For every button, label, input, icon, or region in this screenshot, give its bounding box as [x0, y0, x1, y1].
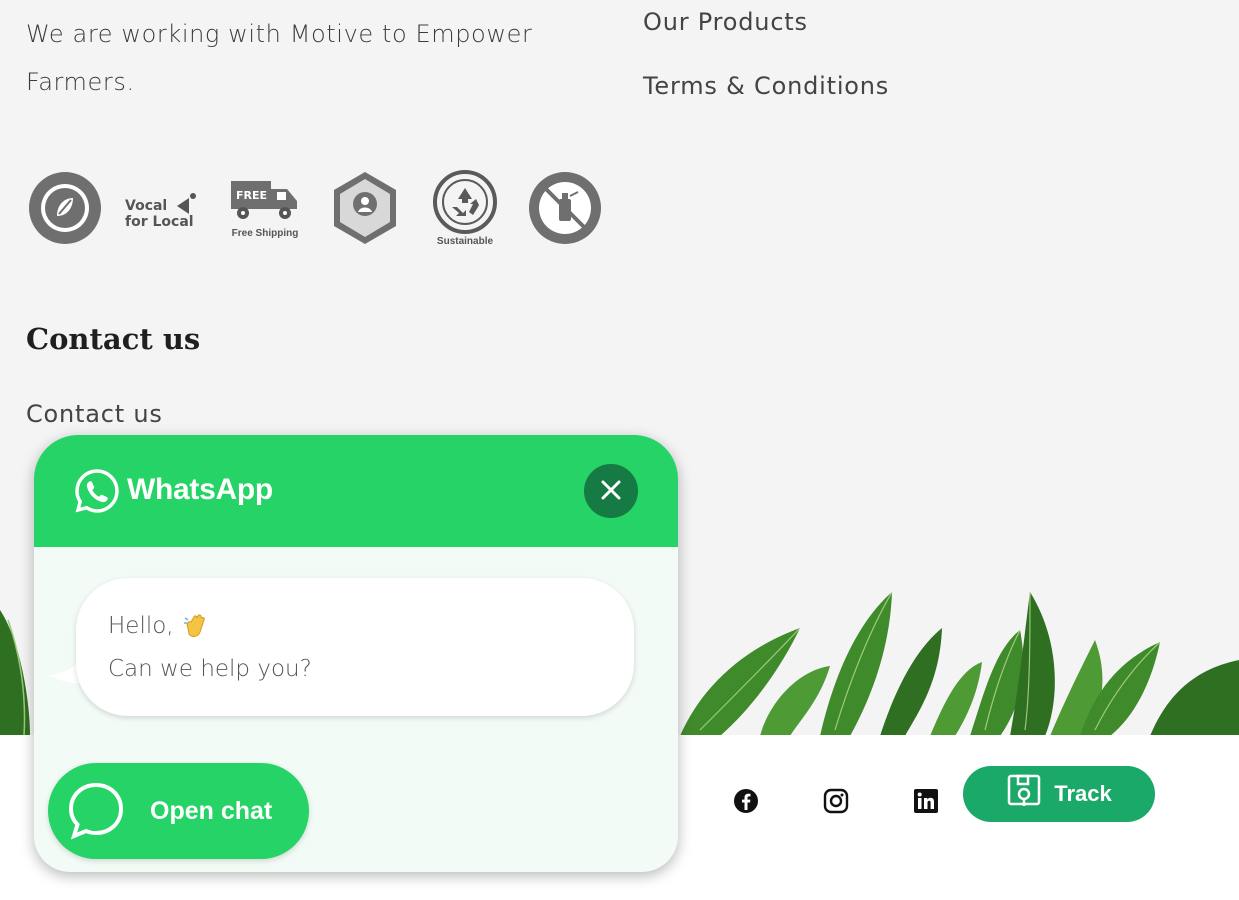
- open-chat-button[interactable]: Open chat: [48, 763, 309, 859]
- chat-message-text: Can we help you?: [108, 656, 312, 682]
- sustainable-icon: Sustainable: [426, 165, 504, 251]
- track-package-icon: [1006, 773, 1042, 815]
- svg-text:for Local: for Local: [125, 214, 194, 230]
- svg-text:FREE: FREE: [236, 189, 267, 202]
- whatsapp-chat-widget: WhatsApp Hello, Can we help you? Open ch…: [34, 435, 678, 872]
- chat-bubble-icon: [66, 780, 126, 843]
- carbide-free-icon: [326, 165, 404, 251]
- footer-link-our-products[interactable]: Our Products: [643, 4, 889, 40]
- linkedin-icon[interactable]: [911, 786, 941, 816]
- vocal-for-local-icon: Vocal for Local: [125, 165, 204, 251]
- certification-badges: Vocal for Local FREE Free Shipping Susta…: [26, 165, 604, 251]
- footer-links: Our Products Terms & Conditions: [643, 4, 889, 132]
- footer-tagline: We are working with Motive to Empower Fa…: [26, 20, 533, 96]
- footer-link-terms[interactable]: Terms & Conditions: [643, 68, 889, 104]
- whatsapp-logo-icon: [74, 468, 120, 519]
- free-shipping-icon: FREE Free Shipping: [226, 165, 304, 251]
- pesticide-free-icon: [526, 165, 604, 251]
- track-label: Track: [1054, 781, 1112, 806]
- whatsapp-header: WhatsApp: [34, 435, 678, 547]
- close-icon: [600, 479, 622, 504]
- chat-message-bubble: [76, 578, 634, 716]
- open-chat-label: Open chat: [150, 796, 273, 825]
- contact-us-link[interactable]: Contact us: [26, 400, 163, 428]
- instagram-icon[interactable]: [821, 786, 851, 816]
- sustainable-caption: Sustainable: [436, 236, 494, 247]
- chat-greeting: Hello,: [108, 613, 174, 639]
- close-button[interactable]: [584, 464, 638, 518]
- waving-hand-icon: [182, 612, 210, 645]
- track-button[interactable]: Track: [963, 766, 1155, 822]
- svg-text:Vocal: Vocal: [125, 198, 167, 214]
- biodegradable-packaging-icon: [26, 165, 104, 251]
- whatsapp-title: WhatsApp: [127, 473, 273, 506]
- facebook-icon[interactable]: [731, 786, 761, 816]
- free-shipping-caption: Free Shipping: [231, 228, 299, 239]
- contact-heading: Contact us: [26, 322, 201, 356]
